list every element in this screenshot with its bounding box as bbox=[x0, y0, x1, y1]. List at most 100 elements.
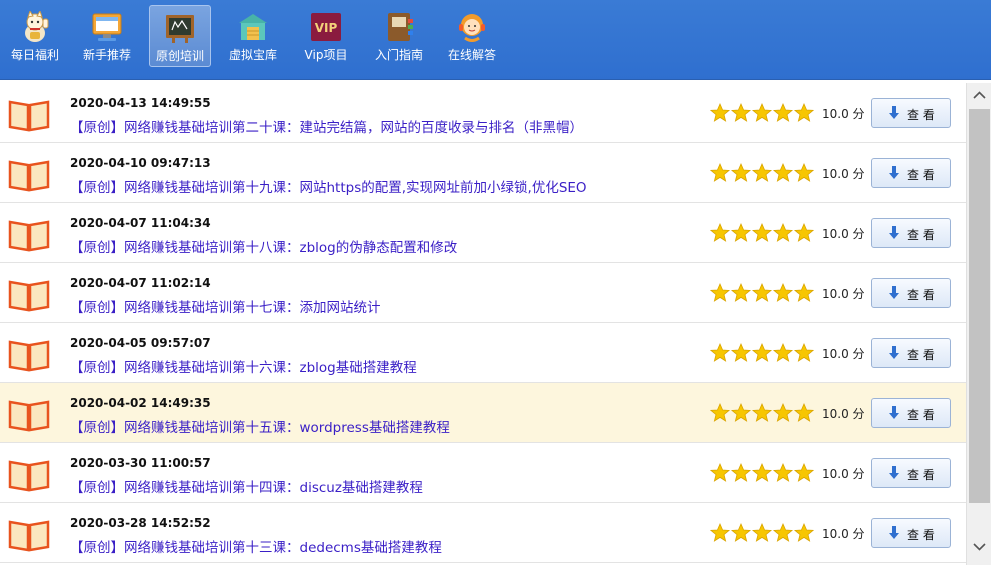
star-icon bbox=[710, 342, 731, 362]
scroll-up-icon[interactable] bbox=[967, 85, 991, 107]
star-icon bbox=[793, 402, 814, 422]
open-book-icon bbox=[8, 460, 50, 492]
list-item[interactable]: 2020-04-07 11:04:34 【原创】网络赚钱基础培训第十八课：zblo… bbox=[0, 203, 966, 263]
storehouse-icon bbox=[239, 14, 267, 40]
list-item[interactable]: 2020-04-02 14:49:35 【原创】网络赚钱基础培训第十五课：word… bbox=[0, 383, 966, 443]
post-date: 2020-04-10 09:47:13 bbox=[70, 156, 211, 170]
rating-score: 10.0 分 bbox=[822, 527, 865, 541]
view-button[interactable]: 查 看 bbox=[871, 218, 951, 248]
star-icon bbox=[710, 162, 731, 182]
toolbar-item-original-training[interactable]: 原创培训 bbox=[149, 5, 211, 67]
star-icon bbox=[710, 282, 731, 302]
star-icon bbox=[793, 342, 814, 362]
star-icon bbox=[751, 222, 773, 242]
star-icon bbox=[710, 402, 731, 422]
toolbar-item-label: 新手推荐 bbox=[82, 48, 131, 62]
rating-stars bbox=[710, 342, 814, 362]
view-button-label: 查 看 bbox=[907, 228, 935, 242]
toolbar-item-label: 在线解答 bbox=[447, 48, 496, 62]
rating-score: 10.0 分 bbox=[822, 407, 865, 421]
toolbar-item-label: 入门指南 bbox=[374, 48, 423, 62]
view-button-label: 查 看 bbox=[907, 348, 935, 362]
view-button[interactable]: 查 看 bbox=[871, 458, 951, 488]
view-button-label: 查 看 bbox=[907, 108, 935, 122]
star-icon bbox=[772, 222, 794, 242]
rating-score: 10.0 分 bbox=[822, 467, 865, 481]
course-title-link[interactable]: 【原创】网络赚钱基础培训第十七课：添加网站统计 bbox=[70, 296, 381, 316]
view-button[interactable]: 查 看 bbox=[871, 158, 951, 188]
scroll-down-icon[interactable] bbox=[967, 535, 991, 557]
post-date: 2020-04-07 11:02:14 bbox=[70, 276, 211, 290]
toolbar-item-label: 原创培训 bbox=[155, 49, 204, 63]
post-date: 2020-03-28 14:52:52 bbox=[70, 516, 211, 530]
rating-score: 10.0 分 bbox=[822, 287, 865, 301]
chalkboard-icon bbox=[166, 15, 194, 43]
open-book-icon bbox=[8, 520, 50, 552]
toolbar-item-getting-started[interactable]: 入门指南 bbox=[368, 5, 430, 67]
star-icon bbox=[730, 522, 752, 542]
download-arrow-icon bbox=[889, 106, 899, 119]
rating-stars bbox=[710, 402, 814, 422]
course-title-link[interactable]: 【原创】网络赚钱基础培训第十三课：dedecms基础搭建教程 bbox=[70, 536, 442, 556]
list-item[interactable]: 2020-04-05 09:57:07 【原创】网络赚钱基础培训第十六课：zblo… bbox=[0, 323, 966, 383]
rating-stars bbox=[710, 222, 814, 242]
course-title-link[interactable]: 【原创】网络赚钱基础培训第十四课：discuz基础搭建教程 bbox=[70, 476, 423, 496]
rating-score: 10.0 分 bbox=[822, 347, 865, 361]
star-icon bbox=[751, 282, 773, 302]
scrollbar-thumb[interactable] bbox=[969, 109, 990, 503]
star-icon bbox=[710, 462, 731, 482]
star-icon bbox=[772, 162, 794, 182]
view-button[interactable]: 查 看 bbox=[871, 518, 951, 548]
open-book-icon bbox=[8, 220, 50, 252]
course-title-link[interactable]: 【原创】网络赚钱基础培训第十六课：zblog基础搭建教程 bbox=[70, 356, 417, 376]
view-button[interactable]: 查 看 bbox=[871, 98, 951, 128]
toolbar-item-newbie[interactable]: 新手推荐 bbox=[76, 5, 138, 67]
monitor-icon bbox=[92, 13, 122, 41]
view-button[interactable]: 查 看 bbox=[871, 338, 951, 368]
list-item[interactable]: 2020-04-07 11:02:14 【原创】网络赚钱基础培训第十七课：添加网站… bbox=[0, 263, 966, 323]
open-book-icon bbox=[8, 160, 50, 192]
star-icon bbox=[751, 162, 773, 182]
course-list: 2020-04-13 14:49:55 【原创】网络赚钱基础培训第二十课：建站完结… bbox=[0, 83, 966, 565]
view-button-label: 查 看 bbox=[907, 168, 935, 182]
star-icon bbox=[710, 222, 731, 242]
post-date: 2020-04-13 14:49:55 bbox=[70, 96, 211, 110]
toolbar-item-virtual-vault[interactable]: 虚拟宝库 bbox=[222, 5, 284, 67]
notebook-icon bbox=[388, 13, 413, 41]
vertical-scrollbar[interactable] bbox=[966, 83, 991, 565]
star-icon bbox=[751, 462, 773, 482]
star-icon bbox=[772, 282, 794, 302]
course-title-link[interactable]: 【原创】网络赚钱基础培训第十五课：wordpress基础搭建教程 bbox=[70, 416, 450, 436]
course-title-link[interactable]: 【原创】网络赚钱基础培训第二十课：建站完结篇，网站的百度收录与排名（非黑帽） bbox=[70, 116, 583, 136]
star-icon bbox=[730, 222, 752, 242]
toolbar-item-label: 虚拟宝库 bbox=[228, 48, 277, 62]
view-button[interactable]: 查 看 bbox=[871, 278, 951, 308]
toolbar-item-online-help[interactable]: 在线解答 bbox=[441, 5, 503, 67]
rating-score: 10.0 分 bbox=[822, 107, 865, 121]
download-arrow-icon bbox=[889, 346, 899, 359]
course-title-link[interactable]: 【原创】网络赚钱基础培训第十八课：zblog的伪静态配置和修改 bbox=[70, 236, 457, 256]
post-date: 2020-04-07 11:04:34 bbox=[70, 216, 211, 230]
rating-stars bbox=[710, 102, 814, 122]
toolbar-item-label: 每日福利 bbox=[10, 48, 59, 62]
list-item[interactable]: 2020-03-30 11:00:57 【原创】网络赚钱基础培训第十四课：disc… bbox=[0, 443, 966, 503]
star-icon bbox=[751, 102, 773, 122]
list-item[interactable]: 2020-03-28 14:52:52 【原创】网络赚钱基础培训第十三课：dede… bbox=[0, 503, 966, 563]
star-icon bbox=[793, 102, 814, 122]
toolbar-item-daily-welfare[interactable]: 每日福利 bbox=[4, 5, 66, 67]
star-icon bbox=[772, 462, 794, 482]
list-item[interactable]: 2020-04-13 14:49:55 【原创】网络赚钱基础培训第二十课：建站完结… bbox=[0, 83, 966, 143]
star-icon bbox=[730, 162, 752, 182]
star-icon bbox=[730, 282, 752, 302]
rating-score: 10.0 分 bbox=[822, 167, 865, 181]
star-icon bbox=[793, 522, 814, 542]
toolbar-item-vip-project[interactable]: VIP Vip项目 bbox=[295, 5, 357, 67]
view-button[interactable]: 查 看 bbox=[871, 398, 951, 428]
view-button-label: 查 看 bbox=[907, 528, 935, 542]
list-item[interactable]: 2020-04-10 09:47:13 【原创】网络赚钱基础培训第十九课：网站ht… bbox=[0, 143, 966, 203]
post-date: 2020-03-30 11:00:57 bbox=[70, 456, 211, 470]
course-title-link[interactable]: 【原创】网络赚钱基础培训第十九课：网站https的配置,实现网址前加小绿锁,优化… bbox=[70, 176, 587, 196]
post-date: 2020-04-05 09:57:07 bbox=[70, 336, 211, 350]
toolbar-item-label: Vip项目 bbox=[304, 48, 348, 62]
star-icon bbox=[793, 162, 814, 182]
